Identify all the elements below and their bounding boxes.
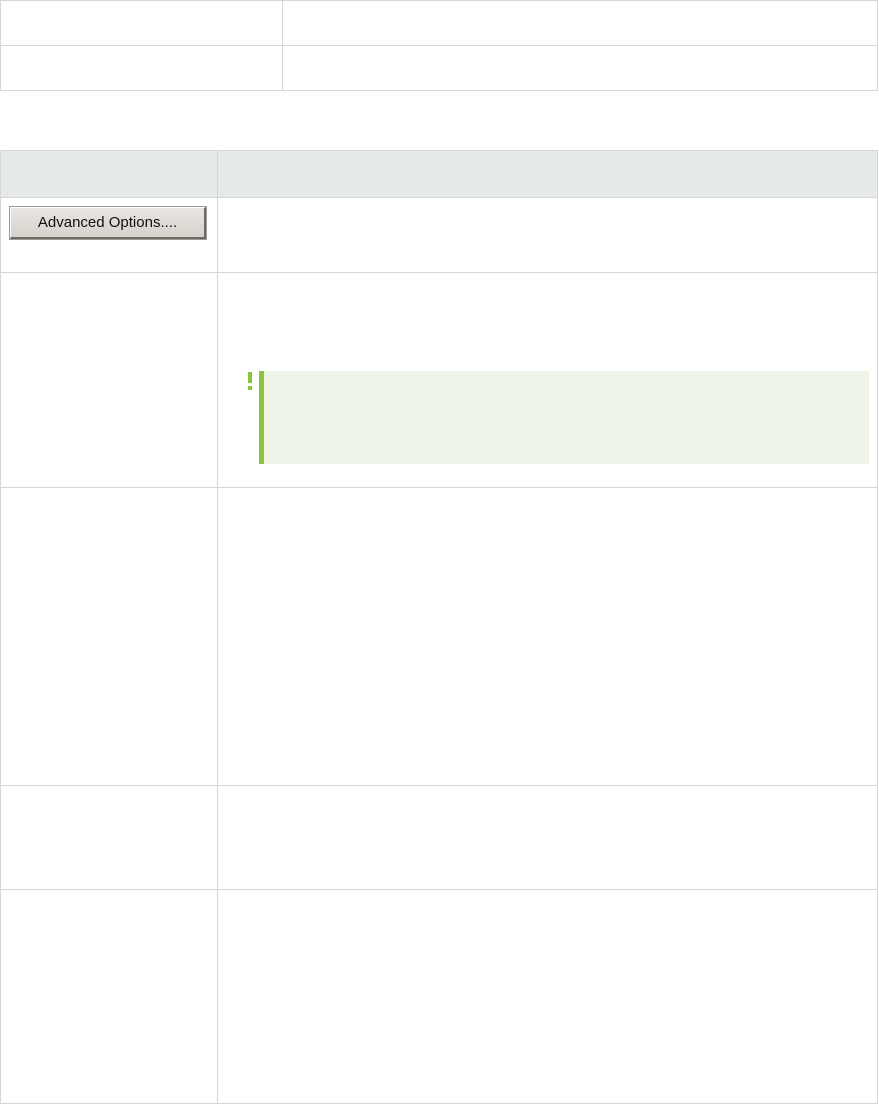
advanced-options-button[interactable]: Advanced Options.... bbox=[9, 206, 207, 240]
table-row bbox=[0, 45, 878, 91]
note-box bbox=[259, 371, 869, 464]
table-cell bbox=[0, 0, 283, 46]
options-table: Advanced Options.... bbox=[0, 150, 878, 1104]
summary-table bbox=[0, 0, 878, 91]
table-header-row bbox=[0, 150, 878, 198]
table-cell bbox=[282, 45, 878, 91]
table-row bbox=[0, 487, 878, 786]
table-cell bbox=[217, 785, 878, 890]
table-cell bbox=[0, 272, 218, 488]
table-cell bbox=[217, 889, 878, 1104]
table-row bbox=[0, 0, 878, 46]
table-cell bbox=[282, 0, 878, 46]
table-cell bbox=[0, 889, 218, 1104]
table-cell bbox=[0, 45, 283, 91]
table-cell bbox=[0, 785, 218, 890]
table-cell bbox=[0, 487, 218, 786]
table-row bbox=[0, 785, 878, 890]
table-header-cell bbox=[0, 150, 218, 198]
table-cell bbox=[217, 272, 878, 488]
exclamation-icon bbox=[245, 371, 255, 393]
table-row bbox=[0, 272, 878, 488]
table-cell bbox=[217, 197, 878, 273]
table-cell: Advanced Options.... bbox=[0, 197, 218, 273]
table-row bbox=[0, 889, 878, 1104]
table-header-cell bbox=[217, 150, 878, 198]
table-cell bbox=[217, 487, 878, 786]
table-row: Advanced Options.... bbox=[0, 197, 878, 273]
